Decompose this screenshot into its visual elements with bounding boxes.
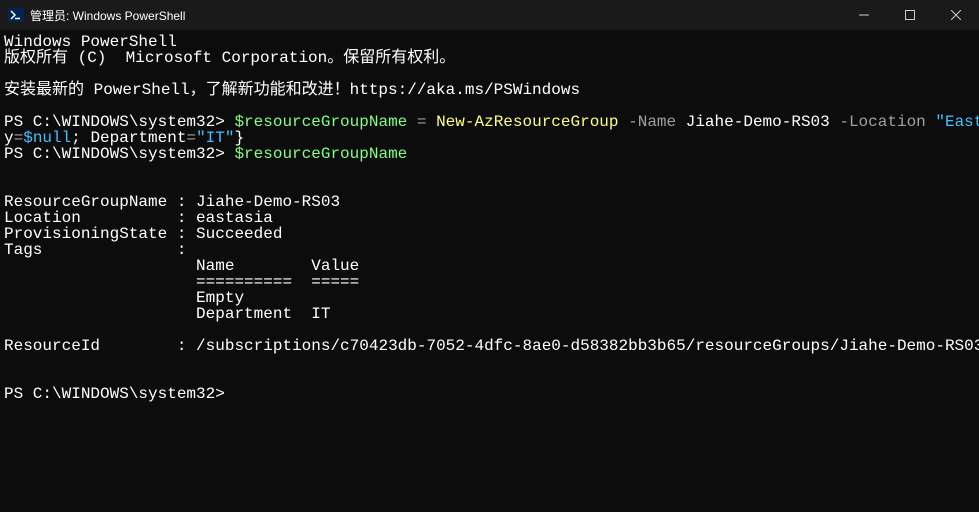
maximize-button[interactable] <box>887 0 933 30</box>
window-title: 管理员: Windows PowerShell <box>30 7 185 24</box>
banner-line: 版权所有 (C) Microsoft Corporation。保留所有权利。 <box>4 49 455 67</box>
window-titlebar: 管理员: Windows PowerShell <box>0 0 979 30</box>
cmd-var: $resourceGroupName <box>234 145 407 163</box>
minimize-button[interactable] <box>841 0 887 30</box>
terminal-area[interactable]: Windows PowerShell 版权所有 (C) Microsoft Co… <box>0 30 979 402</box>
cmd-var: $resourceGroupName <box>234 113 407 131</box>
cmd-param: -Location <box>830 113 926 131</box>
cmd-arg: Jiahe-Demo-RS03 <box>676 113 830 131</box>
cmd-string: "East Asia" <box>926 113 979 131</box>
cmd-param: -Name <box>619 113 677 131</box>
output-line: Department IT <box>4 305 359 323</box>
cmd-cmdlet: New-AzResourceGroup <box>436 113 618 131</box>
prompt: PS C:\WINDOWS\system32> <box>4 145 234 163</box>
banner-line: 安装最新的 PowerShell，了解新功能和改进！https://aka.ms… <box>4 81 580 99</box>
prompt: PS C:\WINDOWS\system32> <box>4 385 234 403</box>
output-line: ResourceId : /subscriptions/c70423db-705… <box>4 337 979 355</box>
cmd-operator: = <box>407 113 436 131</box>
close-button[interactable] <box>933 0 979 30</box>
powershell-icon <box>8 7 24 23</box>
